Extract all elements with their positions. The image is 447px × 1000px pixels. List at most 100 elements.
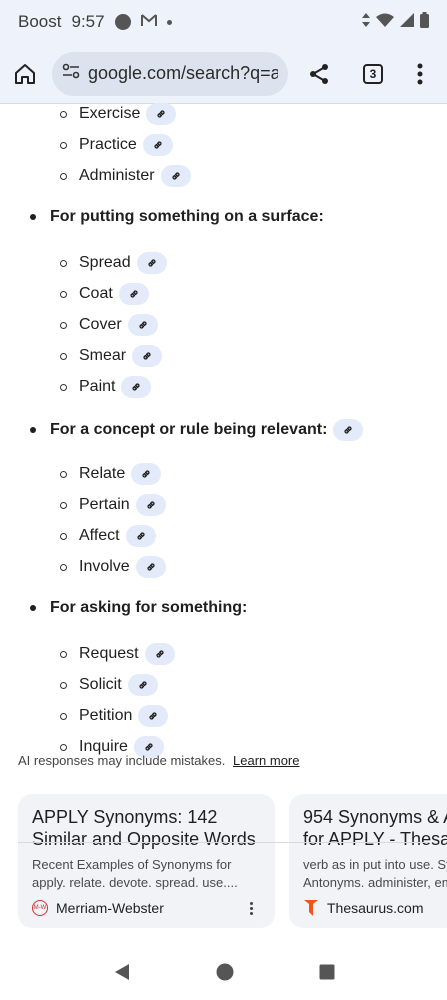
link-icon bbox=[139, 681, 147, 689]
synonym-label: Cover bbox=[79, 316, 122, 333]
source-link-chip[interactable] bbox=[135, 556, 166, 578]
synonym-item: Coat bbox=[60, 283, 149, 305]
category-label: For asking for something: bbox=[50, 599, 248, 616]
ai-disclaimer: AI responses may include mistakes. Learn… bbox=[18, 753, 299, 768]
source-card-merriam[interactable]: APPLY Synonyms: 142 Similar and Opposite… bbox=[18, 794, 275, 928]
synonym-item: Administer bbox=[60, 165, 191, 187]
synonym-label: Affect bbox=[79, 527, 120, 544]
recents-button[interactable] bbox=[319, 964, 335, 985]
gmail-icon bbox=[140, 12, 157, 32]
sub-bullet bbox=[60, 650, 67, 658]
address-bar[interactable]: google.com/search?q=a bbox=[52, 51, 288, 96]
source-link-chip[interactable] bbox=[125, 525, 156, 547]
carrier-label: Boost bbox=[18, 12, 62, 31]
link-icon bbox=[147, 259, 156, 267]
link-icon bbox=[171, 172, 180, 180]
source-link-chip[interactable] bbox=[135, 494, 166, 516]
source-link-chip[interactable] bbox=[131, 463, 162, 485]
source-link-chip[interactable] bbox=[118, 283, 149, 305]
sub-bullet bbox=[60, 712, 67, 720]
synonym-item: Petition bbox=[60, 705, 169, 727]
sub-bullet bbox=[60, 321, 67, 329]
source-link-chip[interactable] bbox=[127, 314, 158, 336]
browser-toolbar: google.com/search?q=a 3 bbox=[0, 44, 447, 104]
notification-icon bbox=[114, 14, 131, 30]
link-icon bbox=[149, 712, 158, 720]
url-text[interactable]: google.com/search?q=a bbox=[88, 63, 278, 84]
home-circle-icon bbox=[216, 963, 233, 980]
link-icon bbox=[139, 321, 147, 329]
status-bar: Boost 9:57 bbox=[0, 0, 447, 44]
category-heading: For a concept or rule being relevant: bbox=[30, 419, 364, 441]
source-link-chip[interactable] bbox=[121, 376, 152, 398]
sub-bullet bbox=[60, 352, 67, 360]
bullet bbox=[30, 605, 36, 611]
synonym-label: Solicit bbox=[79, 676, 122, 693]
category-heading: For asking for something: bbox=[30, 599, 247, 617]
home-icon bbox=[15, 63, 35, 84]
source-link-chip[interactable] bbox=[160, 165, 191, 187]
link-icon bbox=[130, 290, 138, 298]
sub-bullet bbox=[60, 470, 67, 478]
link-icon bbox=[132, 383, 141, 391]
synonym-item: Practice bbox=[60, 134, 173, 156]
card-more-button[interactable] bbox=[241, 901, 261, 915]
link-icon bbox=[157, 110, 166, 118]
synonym-label: Coat bbox=[79, 285, 113, 302]
synonym-label: Exercise bbox=[79, 105, 141, 122]
home-button[interactable] bbox=[0, 44, 50, 104]
back-button[interactable] bbox=[113, 963, 131, 986]
source-card-thesaurus[interactable]: 954 Synonyms & Antonyms for APPLY - Thes… bbox=[289, 794, 447, 928]
synonym-label: Practice bbox=[79, 136, 137, 153]
source-name: Merriam-Webster bbox=[56, 900, 164, 916]
synonym-label: Petition bbox=[79, 707, 133, 724]
battery-icon bbox=[420, 11, 429, 33]
source-link-chip[interactable] bbox=[127, 674, 158, 696]
sub-bullet bbox=[60, 563, 67, 571]
thesaurus-logo-icon bbox=[303, 900, 319, 916]
card-title: 954 Synonyms & Antonyms for APPLY - Thes… bbox=[303, 807, 447, 849]
bullet bbox=[30, 427, 36, 433]
link-icon bbox=[147, 501, 155, 509]
source-link-chip[interactable] bbox=[333, 419, 364, 441]
link-icon bbox=[344, 426, 353, 434]
synonym-item: Cover bbox=[60, 314, 158, 336]
signal-icon bbox=[400, 12, 414, 32]
disclaimer-text: AI responses may include mistakes. bbox=[18, 753, 226, 768]
category-heading: For putting something on a surface: bbox=[30, 208, 324, 226]
synonym-label: Spread bbox=[79, 254, 131, 271]
site-settings-icon[interactable] bbox=[62, 63, 80, 84]
clock: 9:57 bbox=[71, 12, 105, 31]
link-icon bbox=[155, 650, 164, 658]
menu-button[interactable] bbox=[398, 44, 442, 104]
system-nav-bar bbox=[0, 948, 447, 1000]
link-icon bbox=[147, 563, 155, 571]
source-link-chip[interactable] bbox=[142, 134, 173, 156]
source-link-chip[interactable] bbox=[144, 643, 175, 665]
sub-bullet bbox=[60, 501, 67, 509]
synonym-item: Paint bbox=[60, 376, 152, 398]
synonym-item: Pertain bbox=[60, 494, 166, 516]
share-button[interactable] bbox=[294, 44, 344, 104]
share-icon bbox=[310, 63, 328, 84]
home-nav-button[interactable] bbox=[216, 963, 234, 986]
synonym-item: Request bbox=[60, 643, 175, 665]
sub-bullet bbox=[60, 681, 67, 689]
synonym-item: Exercise bbox=[60, 103, 177, 125]
link-icon bbox=[154, 141, 162, 149]
tab-count: 3 bbox=[363, 63, 383, 84]
synonym-label: Pertain bbox=[79, 496, 130, 513]
link-icon bbox=[136, 532, 145, 540]
source-link-chip[interactable] bbox=[136, 252, 167, 274]
synonym-label: Relate bbox=[79, 465, 126, 482]
category-label: For a concept or rule being relevant: bbox=[50, 421, 328, 438]
tab-switcher-button[interactable]: 3 bbox=[348, 44, 398, 104]
sub-bullet bbox=[60, 290, 67, 298]
source-link-chip[interactable] bbox=[138, 705, 169, 727]
source-link-chip[interactable] bbox=[132, 345, 163, 367]
more-notifications-icon bbox=[166, 19, 172, 25]
synonym-item: Smear bbox=[60, 345, 163, 367]
source-link-chip[interactable] bbox=[146, 103, 177, 125]
learn-more-link[interactable]: Learn more bbox=[233, 753, 299, 768]
synonym-label: Request bbox=[79, 645, 139, 662]
